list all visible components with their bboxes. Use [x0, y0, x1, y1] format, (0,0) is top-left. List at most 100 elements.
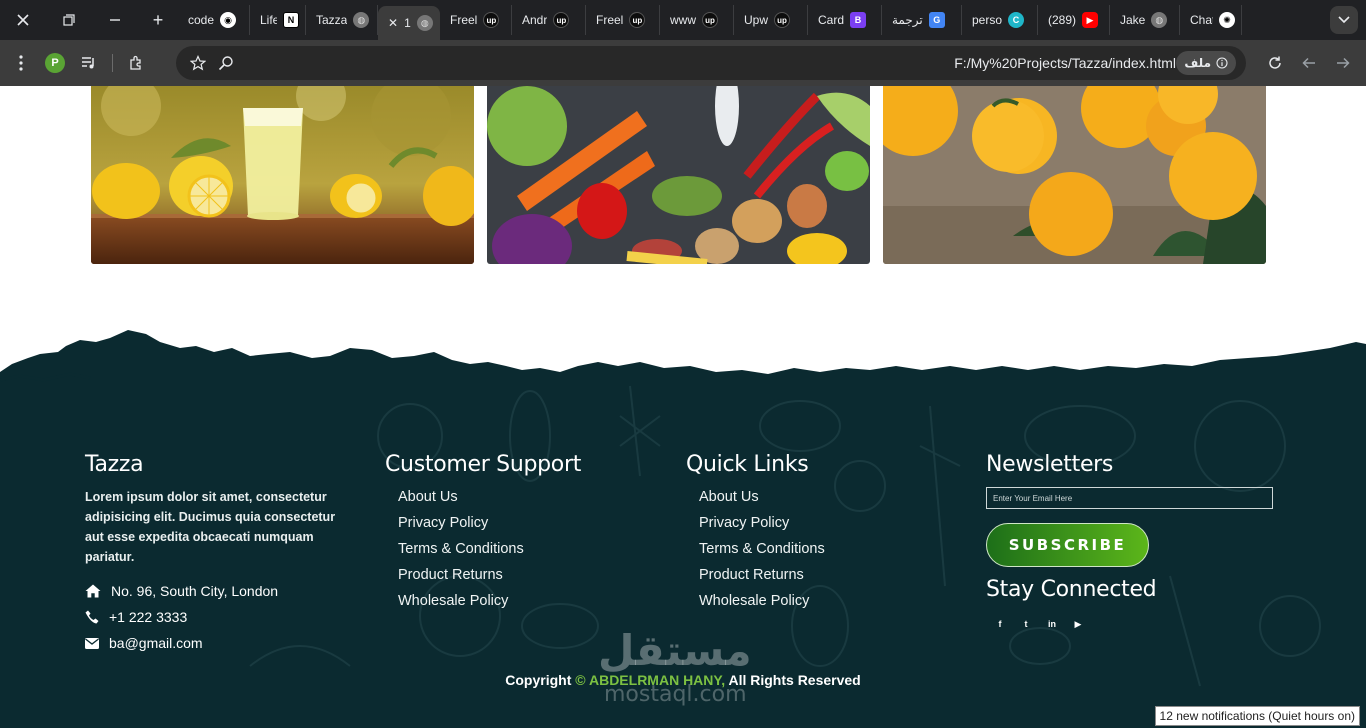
newsletter-title: Newsletters	[986, 452, 1114, 477]
tab-title: Tazza	[316, 13, 348, 27]
minimize-window-icon[interactable]	[92, 0, 138, 40]
tab-title: www	[670, 13, 696, 27]
close-tab-icon[interactable]: ✕	[388, 16, 398, 30]
address-text: No. 96, South City, London	[111, 583, 279, 599]
browser-tab[interactable]: Life N	[250, 5, 306, 35]
quick-link-about[interactable]: About Us	[699, 487, 825, 513]
support-link-about[interactable]: About Us	[398, 487, 581, 513]
footer-brand-column: Tazza Lorem ipsum dolor sit amet, consec…	[85, 452, 350, 651]
footer-quick-links-column: Quick Links About Us Privacy Policy Term…	[686, 452, 825, 617]
menu-kebab-icon[interactable]	[4, 46, 38, 80]
browser-tab[interactable]: www up	[660, 5, 734, 35]
tab-search-button[interactable]	[1330, 6, 1358, 34]
browser-tab[interactable]: ترجمة G	[882, 5, 962, 35]
linkedin-icon[interactable]: in	[1044, 616, 1060, 632]
browser-tab[interactable]: Tazza ◍	[306, 5, 378, 35]
oranges-image	[883, 86, 1266, 264]
support-link-returns[interactable]: Product Returns	[398, 565, 581, 591]
youtube-icon: ▶	[1082, 12, 1099, 28]
canva-icon: C	[1008, 12, 1025, 28]
close-window-icon[interactable]	[0, 0, 46, 40]
tab-title: Upw	[744, 13, 769, 27]
support-link-wholesale[interactable]: Wholesale Policy	[398, 591, 581, 617]
notification-toast[interactable]: 12 new notifications (Quiet hours on)	[1154, 706, 1360, 726]
browser-tab[interactable]: Chat ✺	[1180, 5, 1242, 35]
zoom-search-icon[interactable]	[212, 46, 240, 80]
tab-list: code◉LifeNTazza◍✕1◍FreelupAndrupFreelupw…	[178, 0, 1242, 40]
vegetables-image	[487, 86, 870, 264]
footer-newsletter-column: Newsletters SUBSCRIBE Stay Connected f t…	[986, 452, 1366, 632]
google-translate-icon: G	[928, 12, 945, 28]
footer-address: No. 96, South City, London	[85, 583, 350, 599]
back-arrow-icon[interactable]	[1292, 46, 1326, 80]
support-link-terms[interactable]: Terms & Conditions	[398, 539, 581, 565]
profile-avatar[interactable]: P	[38, 46, 72, 80]
copyright-symbol: ©	[575, 672, 586, 688]
tab-title: Andr	[522, 13, 548, 27]
url-text[interactable]: F:/My%20Projects/Tazza/index.html	[954, 55, 1176, 71]
tab-title: Life	[260, 13, 277, 27]
footer-brand-title: Tazza	[85, 452, 144, 477]
email-text: ba@gmail.com	[109, 635, 203, 651]
browser-toolbar: P F:/My%20Projects/Tazza/index.html ملف	[0, 40, 1366, 86]
subscribe-button[interactable]: SUBSCRIBE	[986, 523, 1149, 567]
reload-icon[interactable]	[1258, 46, 1292, 80]
tab-title: Card	[818, 13, 845, 27]
footer-quick-links-title: Quick Links	[686, 452, 809, 477]
upwork-icon: up	[483, 12, 500, 28]
browser-tab[interactable]: Freel up	[586, 5, 660, 35]
quick-link-wholesale[interactable]: Wholesale Policy	[699, 591, 825, 617]
chatgpt-icon: ✺	[1219, 12, 1235, 28]
bookmark-star-icon[interactable]	[184, 46, 212, 80]
newsletter-email-input[interactable]	[986, 487, 1273, 509]
phone-text: +1 222 3333	[109, 609, 188, 625]
upwork-icon: up	[774, 12, 791, 28]
forward-arrow-icon[interactable]	[1326, 46, 1360, 80]
site-footer: Tazza Lorem ipsum dolor sit amet, consec…	[0, 326, 1366, 728]
stay-connected-title: Stay Connected	[986, 577, 1157, 602]
browser-tab[interactable]: Upw up	[734, 5, 808, 35]
upwork-icon: up	[629, 12, 646, 28]
tab-title: (289)	[1048, 13, 1077, 27]
file-chip-label: ملف	[1184, 56, 1211, 70]
browser-tab[interactable]: Card B	[808, 5, 882, 35]
media-control-icon[interactable]	[72, 46, 106, 80]
webpage-viewport: Tazza Lorem ipsum dolor sit amet, consec…	[0, 86, 1366, 728]
twitter-icon[interactable]: t	[1018, 616, 1034, 632]
browser-tab[interactable]: code ◉	[178, 5, 250, 35]
browser-tab[interactable]: perso C	[962, 5, 1038, 35]
footer-support-column: Customer Support About Us Privacy Policy…	[385, 452, 581, 617]
globe-icon: ◍	[353, 12, 370, 28]
quick-link-returns[interactable]: Product Returns	[699, 565, 825, 591]
browser-tab[interactable]: Andr up	[512, 5, 586, 35]
browser-tab[interactable]: Jake ◍	[1110, 5, 1180, 35]
site-info-chip[interactable]: ملف	[1176, 51, 1236, 75]
extensions-icon[interactable]	[119, 46, 153, 80]
browser-tab[interactable]: (289) ▶	[1038, 5, 1110, 35]
new-tab-icon[interactable]: +	[138, 0, 178, 40]
tab-title: Freel	[450, 13, 478, 27]
lemonade-image	[91, 86, 474, 264]
phone-icon	[85, 610, 99, 624]
quick-link-privacy[interactable]: Privacy Policy	[699, 513, 825, 539]
tab-title: code	[188, 13, 215, 27]
restore-window-icon[interactable]	[46, 0, 92, 40]
navigation-buttons	[1258, 46, 1360, 80]
quick-link-terms[interactable]: Terms & Conditions	[699, 539, 825, 565]
notion-icon: N	[283, 12, 299, 28]
tab-title: 1	[404, 16, 411, 30]
copyright-author[interactable]: ABDELRMAN HANY,	[589, 672, 725, 688]
support-link-privacy[interactable]: Privacy Policy	[398, 513, 581, 539]
upwork-icon: up	[553, 12, 570, 28]
browser-tab[interactable]: ✕ 1 ◍	[378, 6, 440, 40]
globe-icon: ◍	[1151, 12, 1168, 28]
quick-link-list: About Us Privacy Policy Terms & Conditio…	[699, 487, 825, 617]
footer-email: ba@gmail.com	[85, 635, 350, 651]
copyright-line: Copyright © ABDELRMAN HANY, All Rights R…	[0, 672, 1366, 688]
facebook-icon[interactable]: f	[992, 616, 1008, 632]
tab-title: Jake	[1120, 13, 1146, 27]
tab-strip: + code◉LifeNTazza◍✕1◍FreelupAndrupFreelu…	[0, 0, 1366, 40]
youtube-icon[interactable]: ▶	[1070, 616, 1086, 632]
browser-tab[interactable]: Freel up	[440, 5, 512, 35]
address-bar[interactable]: F:/My%20Projects/Tazza/index.html ملف	[176, 46, 1246, 80]
